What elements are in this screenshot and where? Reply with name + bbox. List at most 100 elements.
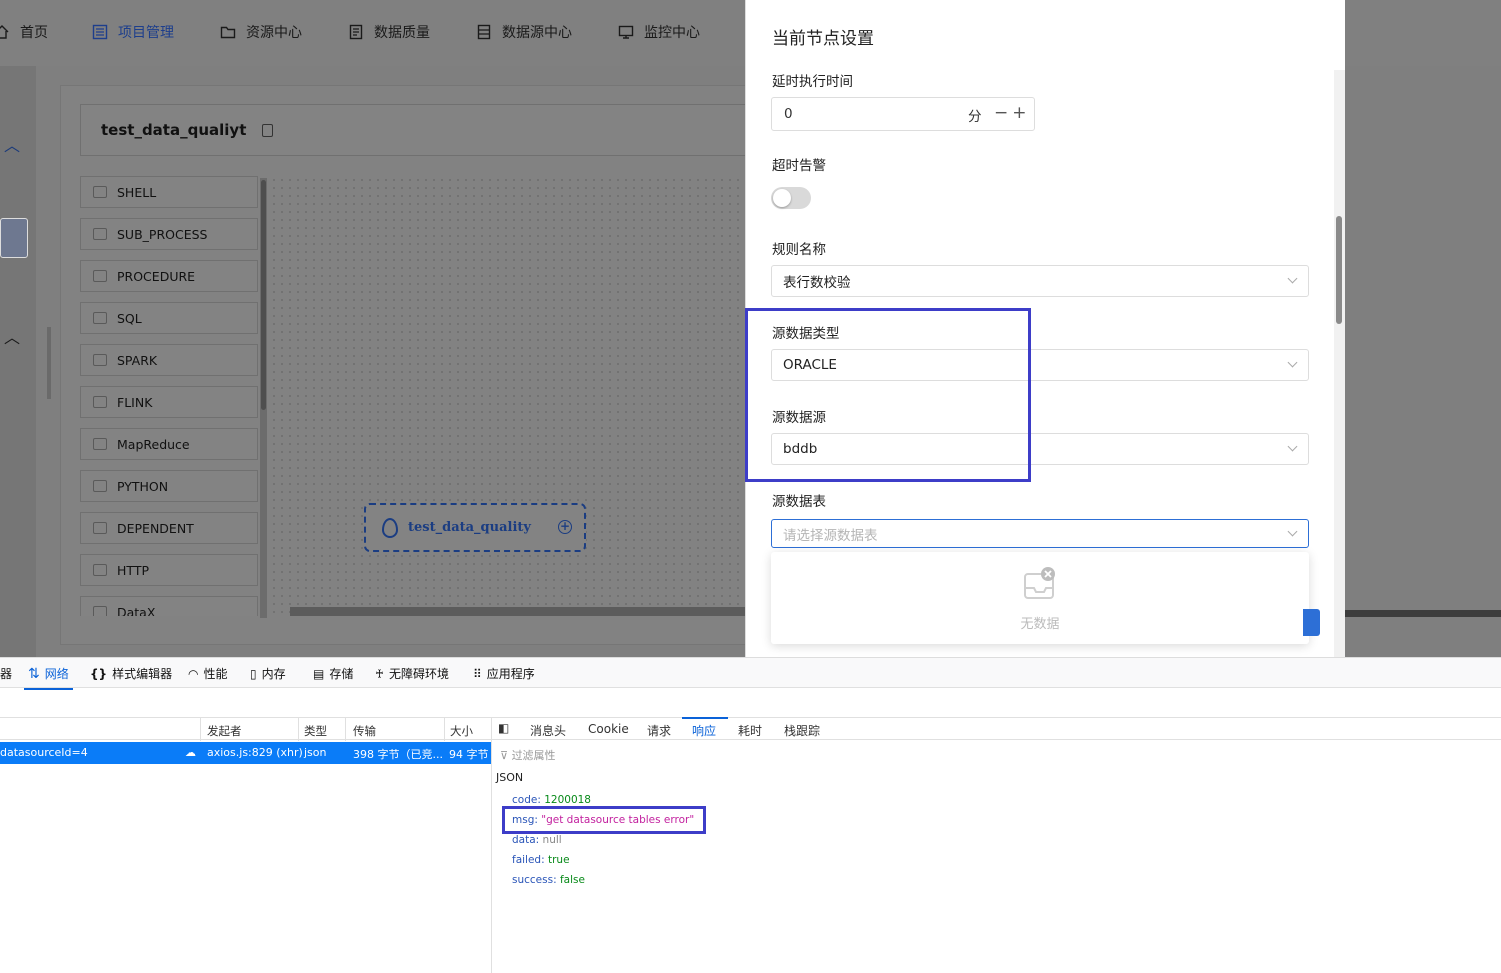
palette-item[interactable]: DataX xyxy=(80,596,258,616)
detail-tab-stack[interactable]: 栈跟踪 xyxy=(784,722,820,739)
nav-resource-label: 资源中心 xyxy=(246,25,302,41)
delay-input[interactable]: 0 分 −+ xyxy=(771,97,1035,131)
devtools-tab-performance[interactable]: ◠ 性能 xyxy=(188,665,228,682)
chevron-up-icon[interactable]: ︿ xyxy=(4,132,20,156)
delay-label: 延时执行时间 xyxy=(772,74,853,90)
detail-tab-headers[interactable]: 消息头 xyxy=(530,722,566,739)
devtools-tab-style-editor[interactable]: {} 样式编辑器 xyxy=(90,665,172,682)
col-size[interactable]: 大小 xyxy=(450,723,473,739)
table-row[interactable]: datasourceId=4 ☁ axios.js:829 (xhr) json… xyxy=(0,742,492,764)
nav-quality[interactable]: 数据质量 xyxy=(348,22,430,42)
json-key: success xyxy=(512,874,554,886)
cloud-icon: ☁ xyxy=(185,746,196,759)
detail-tab-cookie[interactable]: Cookie xyxy=(588,722,629,736)
palette-item-label: MapReduce xyxy=(117,436,190,452)
col-transfer[interactable]: 传输 xyxy=(353,723,376,739)
palette-item[interactable]: SQL xyxy=(80,302,258,334)
devtools-tab-storage[interactable]: ▤ 存储 xyxy=(313,665,353,682)
json-value: 1200018 xyxy=(544,794,591,806)
task-type-icon xyxy=(93,564,107,576)
json-row-code[interactable]: code: 1200018 xyxy=(512,794,591,806)
palette-item[interactable]: PYTHON xyxy=(80,470,258,502)
rule-value: 表行数校验 xyxy=(783,275,851,291)
palette-item[interactable]: SPARK xyxy=(80,344,258,376)
left-sidebar: ︿ ︿ xyxy=(0,66,36,657)
confirm-button-edge[interactable] xyxy=(1303,609,1320,636)
rule-select[interactable]: 表行数校验 xyxy=(771,265,1309,297)
col-type[interactable]: 类型 xyxy=(304,723,327,739)
devtools-tab-inspector[interactable]: 器 xyxy=(0,665,12,682)
json-row-failed[interactable]: failed: true xyxy=(512,854,570,866)
palette-scrollbar[interactable] xyxy=(260,178,267,618)
workflow-name: test_data_qualiyt xyxy=(101,121,247,139)
task-type-icon xyxy=(93,312,107,324)
canvas-hscrollbar[interactable] xyxy=(290,607,750,616)
empty-text: 无数据 xyxy=(1020,617,1060,632)
accessibility-icon: ♰ xyxy=(375,666,384,681)
nav-resource[interactable]: 资源中心 xyxy=(220,22,302,42)
task-type-icon xyxy=(93,228,107,240)
palette-item[interactable]: SUB_PROCESS xyxy=(80,218,258,250)
add-node-icon[interactable]: + xyxy=(558,520,572,534)
dag-node[interactable]: test_data_quality + xyxy=(364,503,586,552)
palette-item[interactable]: MapReduce xyxy=(80,428,258,460)
timeout-toggle[interactable] xyxy=(771,187,811,209)
detail-tabs: ◧ 消息头 Cookie 请求 响应 耗时 栈跟踪 xyxy=(492,717,1501,740)
request-url: datasourceId=4 xyxy=(0,746,88,759)
json-row-success[interactable]: success: false xyxy=(512,874,585,886)
request-initiator[interactable]: axios.js:829 (xhr) xyxy=(207,746,303,759)
palette-item[interactable]: PROCEDURE xyxy=(80,260,258,292)
nav-datasource[interactable]: 数据源中心 xyxy=(476,22,572,42)
chevron-down-icon xyxy=(1287,273,1298,284)
col-initiator[interactable]: 发起者 xyxy=(207,723,242,739)
nav-home[interactable]: 首页 xyxy=(0,22,48,42)
filter-input[interactable]: ⊽ 过滤属性 xyxy=(500,747,556,763)
delay-stepper[interactable]: −+ xyxy=(994,103,1031,123)
chevron-down-icon xyxy=(1287,526,1298,537)
devtools-tab-application[interactable]: ⠿ 应用程序 xyxy=(473,665,535,682)
devtools-panel: 器 ⇅ 网络 {} 样式编辑器 ◠ 性能 ▯ 内存 ▤ 存储 ♰ 无障碍环境 ⠿… xyxy=(0,657,1501,973)
json-section-label[interactable]: JSON xyxy=(496,771,523,784)
drawer-scrollbar[interactable] xyxy=(1334,70,1345,657)
document-icon xyxy=(349,24,363,40)
src-table-select[interactable]: 请选择源数据表 xyxy=(771,519,1309,548)
detail-tab-response[interactable]: 响应 xyxy=(692,722,716,739)
panel-toggle-icon[interactable]: ◧ xyxy=(498,721,509,735)
task-type-icon xyxy=(93,438,107,450)
palette-item[interactable]: DEPENDENT xyxy=(80,512,258,544)
nav-monitor[interactable]: 监控中心 xyxy=(618,22,700,42)
json-row-data[interactable]: data: null xyxy=(512,834,562,846)
palette-item-label: SPARK xyxy=(117,352,158,368)
highlight-box-msg xyxy=(502,806,706,834)
home-icon xyxy=(0,25,9,39)
canvas-hscrollbar-right[interactable] xyxy=(1345,610,1501,617)
json-key: failed xyxy=(512,854,542,866)
request-transfer: 398 字节（已竞... xyxy=(353,748,443,761)
detail-tab-request[interactable]: 请求 xyxy=(647,722,671,739)
data-quality-icon xyxy=(382,517,398,538)
copy-icon[interactable] xyxy=(262,123,274,137)
chevron-down-icon xyxy=(1287,357,1298,368)
nav-datasource-label: 数据源中心 xyxy=(502,25,572,41)
sidebar-selected-item[interactable] xyxy=(0,218,28,258)
chevron-up-icon[interactable]: ︿ xyxy=(4,324,20,348)
task-type-icon xyxy=(93,606,107,616)
timeout-label: 超时告警 xyxy=(772,158,826,174)
braces-icon: {} xyxy=(90,666,108,681)
monitor-icon xyxy=(618,25,634,39)
devtools-tab-network[interactable]: ⇅ 网络 xyxy=(24,665,73,690)
json-value: null xyxy=(542,834,562,846)
detail-tab-timings[interactable]: 耗时 xyxy=(738,722,762,739)
task-type-icon xyxy=(93,354,107,366)
sidebar-scrollbar[interactable] xyxy=(47,327,51,399)
devtools-tab-memory[interactable]: ▯ 内存 xyxy=(250,665,286,682)
nav-project[interactable]: 项目管理 xyxy=(92,22,174,42)
devtools-tab-accessibility[interactable]: ♰ 无障碍环境 xyxy=(375,665,449,682)
palette-item[interactable]: SHELL xyxy=(80,176,258,208)
palette-item[interactable]: HTTP xyxy=(80,554,258,586)
palette-item[interactable]: FLINK xyxy=(80,386,258,418)
gauge-icon: ◠ xyxy=(188,666,199,681)
json-key: data xyxy=(512,834,536,846)
pane-divider[interactable] xyxy=(491,717,492,973)
nav-home-label: 首页 xyxy=(20,25,48,41)
